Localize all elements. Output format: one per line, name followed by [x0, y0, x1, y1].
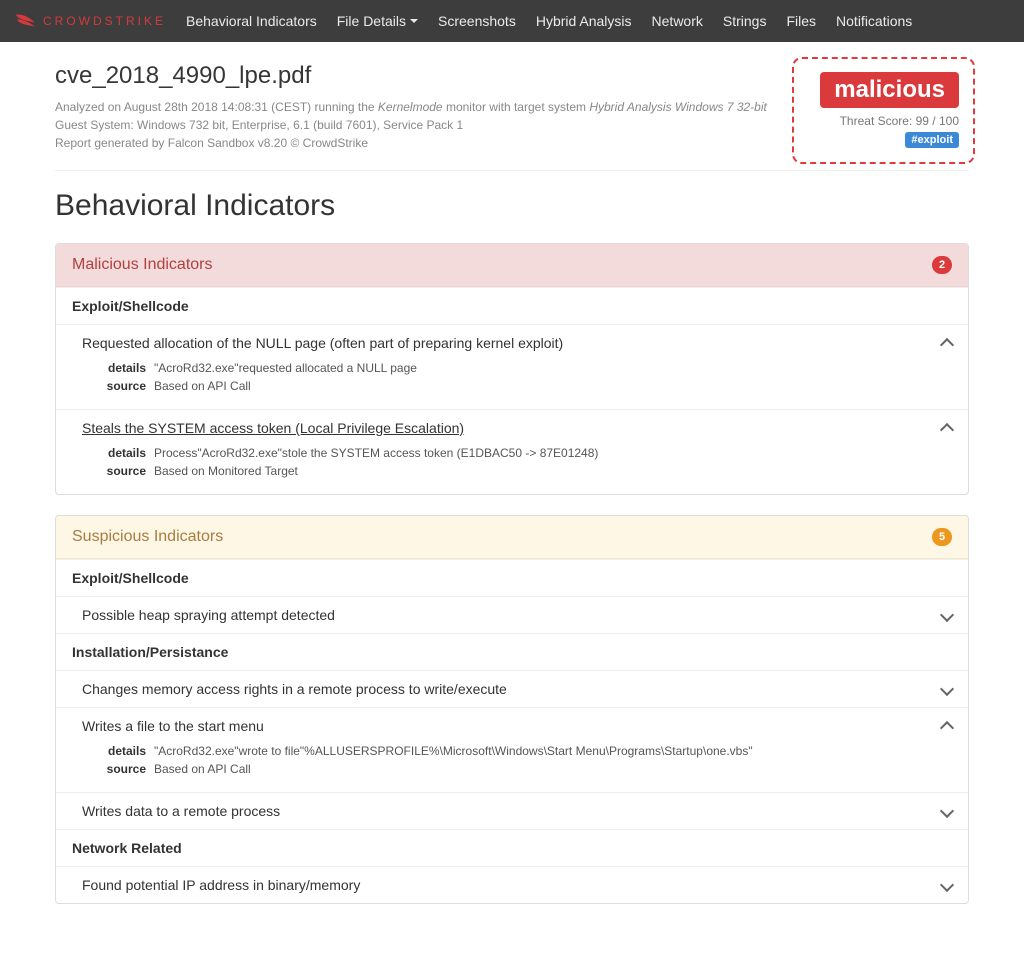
suspicious-panel: Suspicious Indicators 5 Exploit/Shellcod…	[55, 515, 969, 904]
nav-notifications[interactable]: Notifications	[836, 13, 912, 29]
verdict-box: malicious Threat Score: 99 / 100 #exploi…	[802, 62, 969, 158]
category-install: Installation/Persistance	[56, 633, 968, 670]
suspicious-header[interactable]: Suspicious Indicators 5	[56, 516, 968, 559]
indicator-heap-spray[interactable]: Possible heap spraying attempt detected	[56, 596, 968, 633]
indicator-startup-file-body: details"AcroRd32.exe"wrote to file"%ALLU…	[56, 744, 968, 792]
chevron-down-icon	[940, 804, 954, 818]
report-version: Report generated by Falcon Sandbox v8.20…	[55, 134, 767, 152]
brand-logo[interactable]: CROWDSTRIKE	[15, 12, 166, 30]
chevron-up-icon	[940, 338, 954, 352]
highlight-outline	[792, 57, 975, 164]
indicator-startup-file[interactable]: Writes a file to the start menu	[56, 707, 968, 744]
nav-items: Behavioral Indicators File Details Scree…	[186, 13, 912, 29]
indicator-system-token[interactable]: Steals the SYSTEM access token (Local Pr…	[56, 409, 968, 446]
malicious-panel: Malicious Indicators 2 Exploit/Shellcode…	[55, 243, 969, 495]
indicator-mem-rights[interactable]: Changes memory access rights in a remote…	[56, 670, 968, 707]
indicator-null-page[interactable]: Requested allocation of the NULL page (o…	[56, 324, 968, 361]
caret-down-icon	[410, 19, 418, 23]
nav-hybrid[interactable]: Hybrid Analysis	[536, 13, 632, 29]
malicious-title: Malicious Indicators	[72, 256, 213, 274]
chevron-down-icon	[940, 608, 954, 622]
chevron-down-icon	[940, 682, 954, 696]
category-exploit-susp: Exploit/Shellcode	[56, 559, 968, 596]
page-content: cve_2018_4990_lpe.pdf Analyzed on August…	[0, 42, 1024, 954]
nav-screenshots[interactable]: Screenshots	[438, 13, 516, 29]
section-title: Behavioral Indicators	[55, 189, 969, 223]
nav-behavioral[interactable]: Behavioral Indicators	[186, 13, 317, 29]
chevron-up-icon	[940, 423, 954, 437]
malicious-count: 2	[932, 256, 952, 274]
indicator-ip-address[interactable]: Found potential IP address in binary/mem…	[56, 866, 968, 903]
suspicious-title: Suspicious Indicators	[72, 528, 223, 546]
category-network: Network Related	[56, 829, 968, 866]
chevron-up-icon	[940, 721, 954, 735]
brand-text: CROWDSTRIKE	[43, 14, 166, 28]
analysis-meta: Analyzed on August 28th 2018 14:08:31 (C…	[55, 98, 767, 116]
category-exploit: Exploit/Shellcode	[56, 287, 968, 324]
nav-strings[interactable]: Strings	[723, 13, 767, 29]
chevron-down-icon	[940, 878, 954, 892]
report-header: cve_2018_4990_lpe.pdf Analyzed on August…	[55, 62, 969, 171]
indicator-system-token-body: detailsProcess"AcroRd32.exe"stole the SY…	[56, 446, 968, 494]
malicious-header[interactable]: Malicious Indicators 2	[56, 244, 968, 287]
nav-network[interactable]: Network	[652, 13, 703, 29]
indicator-null-page-body: details"AcroRd32.exe"requested allocated…	[56, 361, 968, 409]
nav-file-details[interactable]: File Details	[337, 13, 418, 29]
crowdstrike-icon	[15, 12, 37, 30]
suspicious-count: 5	[932, 528, 952, 546]
file-name: cve_2018_4990_lpe.pdf	[55, 62, 767, 90]
nav-files[interactable]: Files	[786, 13, 816, 29]
indicator-remote-write[interactable]: Writes data to a remote process	[56, 792, 968, 829]
guest-system: Guest System: Windows 732 bit, Enterpris…	[55, 116, 767, 134]
top-navbar: CROWDSTRIKE Behavioral Indicators File D…	[0, 0, 1024, 42]
